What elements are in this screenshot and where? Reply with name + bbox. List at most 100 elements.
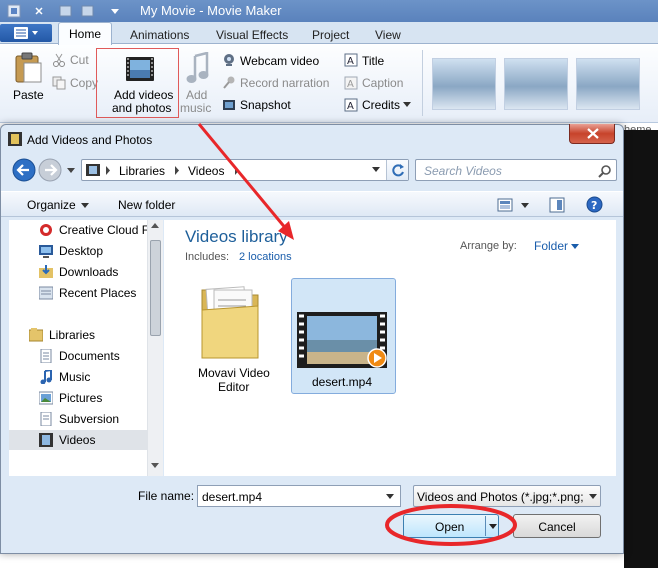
refresh-icon (392, 164, 404, 177)
caption-icon: A (344, 76, 358, 90)
new-folder-button[interactable]: New folder (118, 198, 175, 212)
nav-item-videos[interactable]: Videos (9, 430, 147, 450)
search-box[interactable]: Search Videos (415, 159, 617, 181)
nav-item-libraries[interactable]: Libraries (9, 325, 147, 345)
forward-button[interactable] (38, 158, 62, 182)
nav-item-music[interactable]: Music (9, 367, 147, 387)
nav-item-label: Documents (59, 349, 120, 363)
file-list[interactable]: Videos library Includes: 2 locations Arr… (164, 220, 616, 476)
breadcrumb-videos[interactable]: Videos (188, 164, 224, 178)
navigation-pane[interactable]: Creative Cloud F Desktop Downloads Recen… (9, 220, 163, 476)
file-name-input[interactable]: desert.mp4 (197, 485, 401, 507)
credits-button[interactable]: Credits (362, 98, 400, 112)
tab-view[interactable]: View (375, 28, 401, 42)
tab-animations[interactable]: Animations (130, 28, 189, 42)
folder-icon (201, 286, 259, 359)
back-button[interactable] (12, 158, 36, 182)
subversion-icon (40, 412, 52, 426)
record-narration-button[interactable]: Record narration (240, 76, 329, 90)
clipboard-icon (15, 52, 42, 83)
nav-item-label: Music (59, 370, 91, 384)
chevron-down-icon (589, 494, 597, 499)
change-view-icon[interactable] (497, 198, 513, 212)
tab-visual-effects[interactable]: Visual Effects (216, 28, 288, 42)
file-type-select[interactable]: Videos and Photos (*.jpg;*.png; (413, 485, 601, 507)
refresh-button[interactable] (386, 160, 408, 180)
nav-item-desktop[interactable]: Desktop (9, 241, 147, 261)
nav-item-creative-cloud[interactable]: Creative Cloud F (9, 220, 149, 240)
open-dropdown-icon[interactable] (489, 524, 497, 530)
video-file-item[interactable]: desert.mp4 (291, 278, 396, 394)
add-videos-and-photos-button[interactable]: Add videos and photos (96, 48, 179, 118)
preview-pane-icon[interactable] (549, 197, 565, 213)
tab-project[interactable]: Project (312, 28, 349, 42)
organize-button[interactable]: Organize (27, 198, 76, 212)
address-dropdown-icon[interactable] (372, 167, 380, 173)
close-icon (587, 128, 599, 139)
desktop-icon (39, 245, 53, 258)
help-icon[interactable]: ? (586, 196, 603, 213)
chevron-down-icon[interactable] (386, 494, 394, 500)
nav-item-subversion[interactable]: Subversion (9, 409, 147, 429)
split-divider (485, 516, 486, 536)
arrange-by-dropdown[interactable]: Folder (534, 239, 568, 253)
file-menu-button[interactable] (0, 24, 52, 42)
recent-places-icon (39, 286, 53, 300)
scroll-down-icon[interactable] (151, 463, 159, 469)
caption-button[interactable]: Caption (362, 76, 403, 90)
scrollbar-thumb[interactable] (150, 240, 161, 336)
credits-dropdown-arrow-icon[interactable] (403, 102, 411, 108)
theme-thumbnail[interactable] (576, 58, 640, 110)
chevron-right-icon (235, 166, 239, 175)
folder-item[interactable]: Movavi Video Editor (188, 280, 288, 396)
title-button[interactable]: Title (362, 54, 384, 68)
dialog-shadow (624, 130, 658, 568)
search-input[interactable]: Search Videos (424, 164, 502, 178)
nav-pane-scrollbar[interactable] (147, 220, 163, 476)
breadcrumb-libraries[interactable]: Libraries (119, 164, 165, 178)
folder-name-line1: Movavi Video (198, 366, 270, 380)
downloads-icon (39, 265, 53, 278)
nav-item-recent-places[interactable]: Recent Places (9, 283, 147, 303)
pictures-icon (39, 391, 53, 405)
add-music-button[interactable]: Add music (180, 52, 216, 116)
libraries-icon (29, 328, 43, 342)
navigation-buttons (12, 158, 75, 182)
copy-button[interactable]: Copy (70, 76, 98, 90)
nav-item-label: Libraries (49, 328, 96, 342)
recent-pages-dropdown-icon[interactable] (67, 168, 75, 173)
search-icon[interactable] (598, 164, 612, 178)
quick-access-toolbar[interactable] (6, 3, 126, 19)
close-button[interactable] (569, 124, 615, 144)
cut-button[interactable]: Cut (70, 53, 89, 67)
nav-item-pictures[interactable]: Pictures (9, 388, 147, 408)
paste-button[interactable]: Paste (8, 52, 48, 104)
chevron-down-icon[interactable] (571, 244, 579, 250)
creative-cloud-icon (40, 224, 52, 236)
theme-thumbnail[interactable] (504, 58, 568, 110)
tab-home[interactable]: Home (58, 22, 112, 45)
webcam-video-button[interactable]: Webcam video (240, 54, 319, 68)
copy-icon (52, 76, 66, 90)
nav-item-downloads[interactable]: Downloads (9, 262, 147, 282)
cancel-button[interactable]: Cancel (513, 514, 601, 538)
scissors-icon (53, 53, 65, 67)
theme-thumbnail[interactable] (432, 58, 496, 110)
folder-name-line2: Editor (218, 380, 250, 394)
locations-link[interactable]: 2 locations (239, 251, 292, 263)
scroll-up-icon[interactable] (151, 223, 159, 229)
command-toolbar: Organize New folder ? (1, 191, 623, 217)
organize-dropdown-icon[interactable] (81, 203, 89, 209)
address-bar[interactable]: Libraries Videos (81, 159, 409, 181)
file-type-dropdown[interactable] (584, 486, 600, 506)
chevron-right-icon (106, 166, 110, 175)
film-icon (8, 132, 22, 146)
view-dropdown-icon[interactable] (521, 203, 529, 209)
chevron-right-icon (175, 166, 179, 175)
film-icon (39, 433, 53, 447)
svg-text:A: A (347, 101, 354, 112)
add-video-icon (126, 57, 154, 81)
open-button[interactable]: Open (403, 514, 499, 538)
nav-item-documents[interactable]: Documents (9, 346, 147, 366)
snapshot-button[interactable]: Snapshot (240, 98, 291, 112)
